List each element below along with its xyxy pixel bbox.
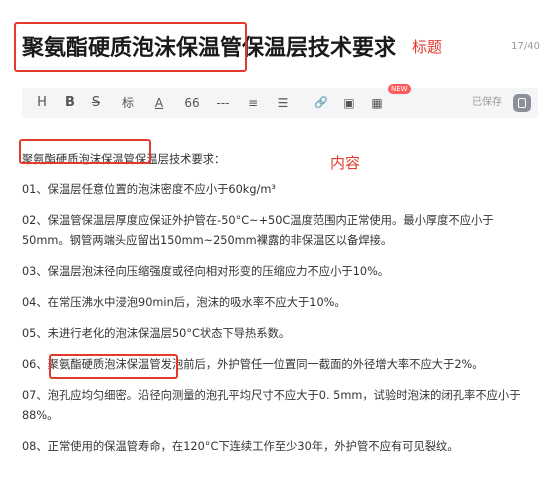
table-icon[interactable]: ▦ [368,88,386,118]
divider-button[interactable]: --- [212,88,234,118]
new-badge: NEW [388,84,411,94]
content-intro: 聚氨酯硬质泡沫保温管保温层技术要求： [22,153,226,166]
heading-button[interactable]: H [34,88,50,118]
list-item: 08、正常使用的保温管寿命，在120°C下连续工作至少30年，外护管不应有可见裂… [22,440,459,453]
list-item: 02、保温管保温层厚度应保证外护管在-50°C~+50C温度范围内正常使用。最小… [22,214,494,247]
page-title: 聚氨酯硬质泡沫保温管保温层技术要求 [22,36,397,61]
list-item: 06、聚氨酯硬质泡沫保温管发泡前后，外护管任一位置同一截面的外径增大率不应大于2… [22,358,484,371]
font-color-button[interactable]: A [150,88,168,118]
list-item: 04、在常压沸水中浸泡90min后，泡沫的吸水率不应大于10%。 [22,296,346,309]
link-icon[interactable]: 🔗 [312,88,330,118]
saved-status: 已保存 [472,97,502,108]
list-item: 07、泡孔应均匀细密。沿径向测量的泡孔平均尺寸不应大于0. 5mm，试验时泡沫的… [22,389,521,422]
editor-toolbar: H B S 标 A 66 --- ≡ ☰ 🔗 ▣ ▦ NEW 已保存 [22,84,538,118]
ordered-list-button[interactable]: ≡ [244,88,262,118]
content-area[interactable]: 聚氨酯硬质泡沫保温管保温层技术要求： 01、保温层任意位置的泡沫密度不应小于60… [22,150,538,468]
list-item: 05、未进行老化的泡沫保温层50°C状态下导热系数。 [22,327,291,340]
title-annotation: 标题 [412,38,443,56]
image-icon[interactable]: ▣ [340,88,358,118]
bold-button[interactable]: B [62,88,78,118]
list-item: 01、保温层任意位置的泡沫密度不应小于60kg/m³ [22,183,276,196]
unordered-list-button[interactable]: ☰ [274,88,292,118]
page-counter: 17/40 [511,41,540,52]
save-status-icon[interactable] [513,94,531,112]
quote-button[interactable]: 66 [182,88,202,118]
list-item: 03、保温层泡沫径向压缩强度或径向相对形变的压缩应力不应小于10%。 [22,265,390,278]
content-annotation: 内容 [330,154,361,172]
tag-button[interactable]: 标 [118,88,138,118]
strikethrough-button[interactable]: S [88,88,104,118]
